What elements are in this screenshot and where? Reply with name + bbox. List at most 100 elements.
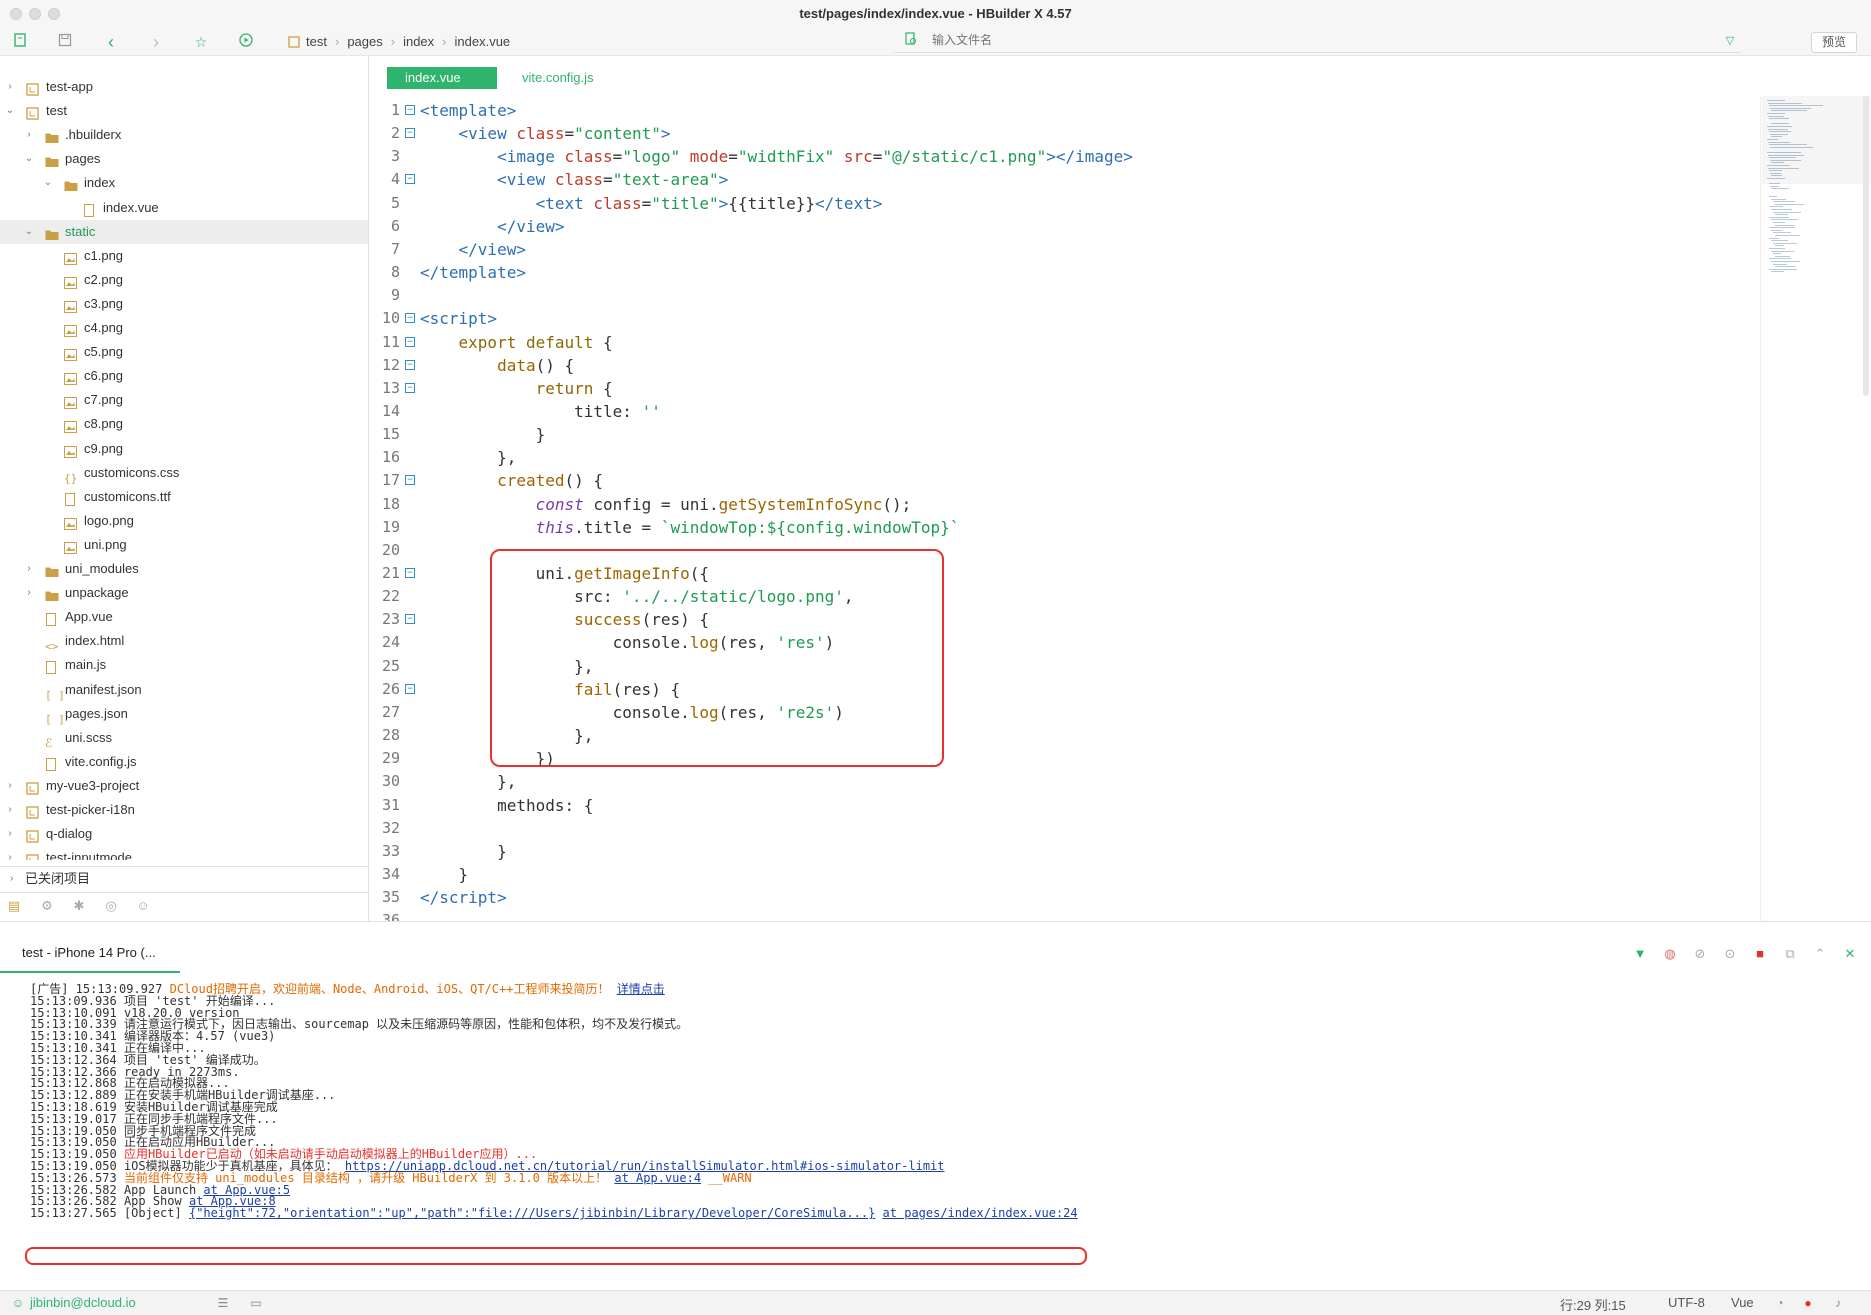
- code-editor[interactable]: 1− <template> 2− <view class="content"> 3 <…: [370, 99, 1760, 921]
- code-line[interactable]: 36: [370, 909, 1760, 921]
- tree-item[interactable]: [ ] manifest.json: [0, 678, 368, 702]
- scroll-lock-icon[interactable]: ⊙: [1721, 945, 1739, 963]
- fold-toggle-icon[interactable]: −: [405, 568, 415, 578]
- tree-item[interactable]: index.vue: [0, 196, 368, 220]
- tree-item[interactable]: c8.png: [0, 412, 368, 436]
- stop-run-icon[interactable]: ■: [1751, 945, 1769, 963]
- list-icon[interactable]: ☰: [215, 1295, 231, 1311]
- tree-item[interactable]: ⌄ index: [0, 171, 368, 195]
- tree-item[interactable]: [ ] pages.json: [0, 702, 368, 726]
- fold-toggle-icon[interactable]: −: [405, 614, 415, 625]
- tree-item[interactable]: customicons.ttf: [0, 485, 368, 509]
- filter-icon[interactable]: ▽: [1720, 31, 1740, 51]
- fold-toggle-icon[interactable]: −: [405, 174, 415, 185]
- sidebar-divider[interactable]: [368, 56, 369, 921]
- tree-item[interactable]: c5.png: [0, 340, 368, 364]
- encoding[interactable]: UTF-8: [1668, 1295, 1705, 1310]
- tree-item[interactable]: ℰuni.scss: [0, 726, 368, 750]
- tree-item[interactable]: › q-dialog: [0, 822, 368, 846]
- bell-icon[interactable]: ♪: [1830, 1295, 1846, 1311]
- code-line[interactable]: 18 const config = uni.getSystemInfoSync(…: [370, 493, 1760, 516]
- code-line[interactable]: 31 methods: {: [370, 794, 1760, 817]
- chevron-down-icon[interactable]: ⌄: [4, 99, 16, 123]
- code-line[interactable]: 32: [370, 817, 1760, 840]
- chevron-right-icon[interactable]: ›: [23, 123, 35, 147]
- tree-item[interactable]: › my-vue3-project: [0, 774, 368, 798]
- debug-icon[interactable]: ✱: [70, 897, 88, 915]
- tree-item[interactable]: c6.png: [0, 364, 368, 388]
- code-line[interactable]: 2− <view class="content">: [370, 122, 1760, 145]
- tree-item[interactable]: {} customicons.css: [0, 461, 368, 485]
- chevron-right-icon[interactable]: ›: [4, 822, 16, 846]
- fold-toggle-icon[interactable]: −: [405, 128, 415, 139]
- file-search-input[interactable]: [930, 32, 1690, 48]
- fold-toggle-icon[interactable]: −: [405, 336, 415, 347]
- open-external-icon[interactable]: ⧉: [1781, 945, 1799, 963]
- log-source-link[interactable]: at pages/index/index.vue:24: [883, 1206, 1078, 1220]
- cursor-position[interactable]: 行:29 列:15: [1560, 1295, 1626, 1314]
- tree-item[interactable]: › test-inputmode: [0, 846, 368, 860]
- fold-toggle-icon[interactable]: −: [405, 683, 415, 694]
- bookmark-star-icon[interactable]: ☆: [191, 32, 211, 52]
- fold-toggle-icon[interactable]: −: [405, 359, 415, 370]
- tree-item[interactable]: App.vue: [0, 605, 368, 629]
- tree-item[interactable]: › test-picker-i18n: [0, 798, 368, 822]
- console-output[interactable]: [广告] 15:13:09.927 DCloud招聘开启，欢迎前端、Node、A…: [30, 982, 1860, 1267]
- code-line[interactable]: 3 <image class="logo" mode="widthFix" sr…: [370, 145, 1760, 168]
- terminal-icon[interactable]: ▭: [248, 1295, 264, 1311]
- code-line[interactable]: 1− <template>: [370, 99, 1760, 122]
- breadcrumb-item[interactable]: index.vue: [455, 34, 511, 49]
- code-line[interactable]: 34 }: [370, 863, 1760, 886]
- code-line[interactable]: 14 title: '': [370, 400, 1760, 423]
- tree-item[interactable]: c9.png: [0, 437, 368, 461]
- code-line[interactable]: 10− <script>: [370, 307, 1760, 330]
- fold-toggle-icon[interactable]: −: [405, 475, 415, 486]
- tab-vite-config[interactable]: vite.config.js: [504, 67, 612, 89]
- code-line[interactable]: 6 </view>: [370, 215, 1760, 238]
- console-divider[interactable]: [0, 921, 1871, 922]
- fold-toggle-icon[interactable]: −: [405, 105, 415, 115]
- stop-icon[interactable]: ◍: [1661, 945, 1679, 963]
- filter-icon[interactable]: ▼: [1631, 945, 1649, 963]
- tree-item[interactable]: ⌄ test: [0, 99, 368, 123]
- log-link[interactable]: {"height":72,"orientation":"up","path":"…: [189, 1206, 875, 1220]
- breadcrumb-item[interactable]: test: [306, 34, 327, 49]
- tree-item[interactable]: › uni_modules: [0, 557, 368, 581]
- chevron-down-icon[interactable]: ⌄: [23, 220, 35, 244]
- tree-item[interactable]: › test-app: [0, 75, 368, 99]
- fold-toggle-icon[interactable]: −: [405, 382, 415, 393]
- tree-item[interactable]: ⌄ pages: [0, 147, 368, 171]
- run-icon[interactable]: [236, 32, 256, 52]
- close-console-icon[interactable]: ✕: [1841, 945, 1859, 963]
- log-link[interactable]: 详情点击: [617, 982, 665, 996]
- code-line[interactable]: 9: [370, 284, 1760, 307]
- chevron-up-icon[interactable]: ⌃: [1811, 945, 1829, 963]
- tree-item[interactable]: › .hbuilderx: [0, 123, 368, 147]
- code-line[interactable]: 13− return {: [370, 377, 1760, 400]
- preview-button[interactable]: 预览: [1811, 32, 1857, 53]
- chevron-down-icon[interactable]: ⌄: [42, 171, 54, 195]
- chevron-right-icon[interactable]: ›: [23, 557, 35, 581]
- project-manager-icon[interactable]: ▤: [5, 897, 23, 915]
- new-file-icon[interactable]: [10, 32, 30, 52]
- chevron-right-icon[interactable]: ›: [4, 846, 16, 860]
- tree-item[interactable]: c3.png: [0, 292, 368, 316]
- vertical-scrollbar[interactable]: [1863, 96, 1869, 396]
- code-line[interactable]: 8 </template>: [370, 261, 1760, 284]
- tree-item[interactable]: › unpackage: [0, 581, 368, 605]
- language-mode[interactable]: Vue: [1731, 1295, 1754, 1310]
- closed-projects-row[interactable]: › 已关闭项目: [0, 866, 368, 890]
- chevron-right-icon[interactable]: ›: [4, 798, 16, 822]
- chevron-right-icon[interactable]: ›: [4, 75, 16, 99]
- code-line[interactable]: 30 },: [370, 770, 1760, 793]
- status-user[interactable]: jibinbin@dcloud.io: [30, 1295, 136, 1310]
- clear-console-icon[interactable]: ⊘: [1691, 945, 1709, 963]
- breadcrumb-item[interactable]: pages: [347, 34, 382, 49]
- back-icon[interactable]: ‹: [101, 32, 121, 52]
- code-line[interactable]: 33 }: [370, 840, 1760, 863]
- tree-item[interactable]: c4.png: [0, 316, 368, 340]
- search-icon[interactable]: ◎: [102, 897, 120, 915]
- tree-item[interactable]: c1.png: [0, 244, 368, 268]
- console-tab[interactable]: test - iPhone 14 Pro (...: [0, 933, 180, 973]
- chevron-right-icon[interactable]: ›: [4, 774, 16, 798]
